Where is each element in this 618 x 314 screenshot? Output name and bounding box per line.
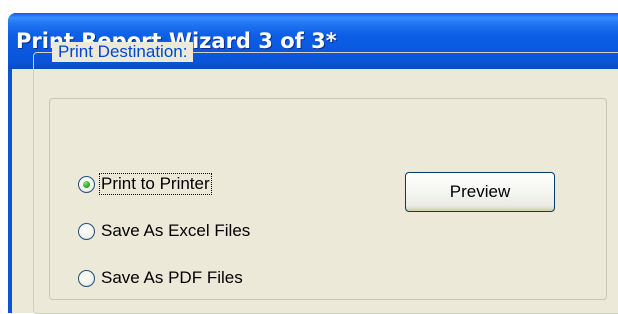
option-print-to-printer[interactable]: Print to Printer: [78, 173, 212, 195]
radio-print-to-printer[interactable]: [78, 175, 95, 193]
option-save-as-excel[interactable]: Save As Excel Files: [78, 220, 251, 242]
radio-save-as-pdf[interactable]: [78, 269, 95, 287]
label-save-as-pdf[interactable]: Save As PDF Files: [100, 268, 244, 288]
label-save-as-excel[interactable]: Save As Excel Files: [100, 221, 251, 241]
label-print-to-printer[interactable]: Print to Printer: [99, 173, 212, 195]
print-destination-legend: Print Destination:: [52, 42, 194, 62]
preview-button[interactable]: Preview: [405, 172, 555, 212]
option-save-as-pdf[interactable]: Save As PDF Files: [78, 267, 244, 289]
radio-save-as-excel[interactable]: [78, 222, 95, 240]
